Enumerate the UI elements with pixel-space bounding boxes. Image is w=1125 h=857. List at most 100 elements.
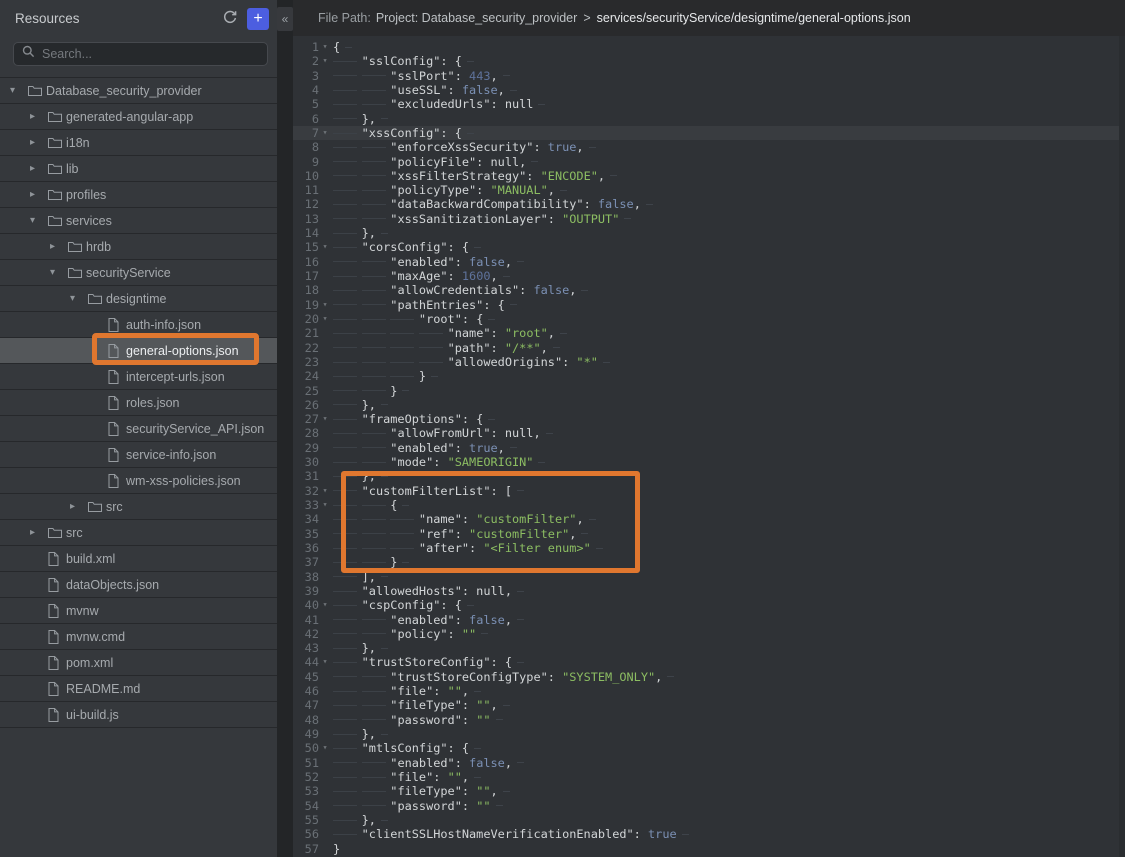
indent-guide	[362, 441, 391, 455]
line-number: 19	[293, 298, 319, 312]
code-line: 17"maxAge": 1600,	[293, 269, 1125, 283]
header-actions: +	[222, 8, 269, 30]
tree-item[interactable]: ▾services	[0, 208, 277, 234]
indent-guide	[362, 498, 391, 512]
fold-spacer	[319, 627, 331, 641]
tree-item-label: mvnw.cmd	[66, 630, 125, 644]
indent-guide	[362, 799, 391, 813]
line-number: 56	[293, 827, 319, 841]
fold-arrow-icon[interactable]: ▾	[319, 312, 331, 326]
code-line: 2▾"sslConfig": {	[293, 54, 1125, 68]
indent-guide	[333, 584, 362, 598]
fold-arrow-icon[interactable]: ▾	[319, 655, 331, 669]
fold-arrow-icon[interactable]: ▾	[319, 598, 331, 612]
indent-guide	[333, 613, 362, 627]
tree-item[interactable]: mvnw	[0, 598, 277, 624]
file-icon	[48, 682, 66, 696]
fold-arrow-icon[interactable]: ▾	[319, 54, 331, 68]
folder-icon	[28, 85, 46, 97]
code-text: },	[333, 727, 388, 741]
tree-item[interactable]: wm-xss-policies.json	[0, 468, 277, 494]
fold-arrow-icon[interactable]: ▾	[319, 741, 331, 755]
tree-item[interactable]: ▸ lib	[0, 156, 277, 182]
tree-item[interactable]: ▾securityService	[0, 260, 277, 286]
tree-item[interactable]: ▾ Database_security_provider	[0, 78, 277, 104]
code-line: 16"enabled": false,	[293, 255, 1125, 269]
code-text: }	[333, 384, 409, 398]
code-line: 36"after": "<Filter enum>"	[293, 541, 1125, 555]
file-icon	[108, 344, 126, 358]
fold-arrow-icon[interactable]: ▾	[319, 126, 331, 140]
fold-arrow-icon[interactable]: ▾	[319, 498, 331, 512]
line-number: 47	[293, 698, 319, 712]
tree-item-label: Database_security_provider	[46, 84, 202, 98]
collapse-panel-button[interactable]: «	[277, 7, 293, 31]
caret-down-icon[interactable]: ▾	[10, 85, 28, 96]
fold-arrow-icon[interactable]: ▾	[319, 298, 331, 312]
line-number: 50	[293, 741, 319, 755]
refresh-button[interactable]	[222, 9, 238, 28]
caret-down-icon[interactable]: ▾	[70, 293, 88, 304]
tree-item[interactable]: ▸i18n	[0, 130, 277, 156]
tree-item[interactable]: pom.xml	[0, 650, 277, 676]
line-number: 51	[293, 756, 319, 770]
fold-spacer	[319, 341, 331, 355]
code-editor[interactable]: 1▾{2▾"sslConfig": {3"sslPort": 443,4"use…	[293, 36, 1125, 857]
file-icon	[48, 708, 66, 722]
code-line: 29"enabled": true,	[293, 441, 1125, 455]
search-input[interactable]	[42, 47, 259, 61]
fold-spacer	[319, 541, 331, 555]
fold-spacer	[319, 426, 331, 440]
indent-guide	[362, 684, 391, 698]
fold-arrow-icon[interactable]: ▾	[319, 484, 331, 498]
tree-item[interactable]: ▾designtime	[0, 286, 277, 312]
code-text: "xssSanitizationLayer": "OUTPUT"	[333, 212, 631, 226]
fold-spacer	[319, 83, 331, 97]
code-line: 52"file": "",	[293, 770, 1125, 784]
tree-item[interactable]: intercept-urls.json	[0, 364, 277, 390]
fold-arrow-icon[interactable]: ▾	[319, 40, 331, 54]
tree-item[interactable]: auth-info.json	[0, 312, 277, 338]
tree-item[interactable]: roles.json	[0, 390, 277, 416]
line-number: 26	[293, 398, 319, 412]
line-number: 18	[293, 283, 319, 297]
code-text: "sslConfig": {	[333, 54, 474, 68]
indent-guide	[333, 627, 362, 641]
caret-right-icon[interactable]: ▸	[70, 501, 88, 512]
caret-right-icon[interactable]: ▸	[30, 163, 48, 174]
indent-guide	[333, 240, 362, 254]
fold-spacer	[319, 727, 331, 741]
tree-item[interactable]: ▸src	[0, 494, 277, 520]
tree-item[interactable]: mvnw.cmd	[0, 624, 277, 650]
tree-item[interactable]: ▸hrdb	[0, 234, 277, 260]
tree-item[interactable]: ▸src	[0, 520, 277, 546]
editor-scrollbar[interactable]	[1119, 36, 1125, 857]
tree-item[interactable]: build.xml	[0, 546, 277, 572]
caret-right-icon[interactable]: ▸	[50, 241, 68, 252]
caret-down-icon[interactable]: ▾	[30, 215, 48, 226]
code-text: "password": ""	[333, 713, 503, 727]
tree-item[interactable]: securityService_API.json	[0, 416, 277, 442]
tree-item[interactable]: ▸profiles	[0, 182, 277, 208]
search-box[interactable]	[13, 42, 268, 66]
tree-item[interactable]: README.md	[0, 676, 277, 702]
caret-right-icon[interactable]: ▸	[30, 111, 48, 122]
tree-item[interactable]: service-info.json	[0, 442, 277, 468]
tree-item[interactable]: ▸generated-angular-app	[0, 104, 277, 130]
indent-guide	[362, 183, 391, 197]
code-text: "trustStoreConfig": {	[333, 655, 524, 669]
tree-item[interactable]: ui-build.js	[0, 702, 277, 728]
caret-right-icon[interactable]: ▸	[30, 527, 48, 538]
add-resource-button[interactable]: +	[247, 8, 269, 30]
code-line: 5"excludedUrls": null	[293, 97, 1125, 111]
caret-right-icon[interactable]: ▸	[30, 137, 48, 148]
caret-down-icon[interactable]: ▾	[50, 267, 68, 278]
fold-arrow-icon[interactable]: ▾	[319, 412, 331, 426]
caret-right-icon[interactable]: ▸	[30, 189, 48, 200]
tree-item[interactable]: dataObjects.json	[0, 572, 277, 598]
tree-item-label: lib	[66, 162, 79, 176]
tree-item-label: mvnw	[66, 604, 99, 618]
fold-arrow-icon[interactable]: ▾	[319, 240, 331, 254]
line-number: 2	[293, 54, 319, 68]
tree-item[interactable]: general-options.json	[0, 338, 277, 364]
